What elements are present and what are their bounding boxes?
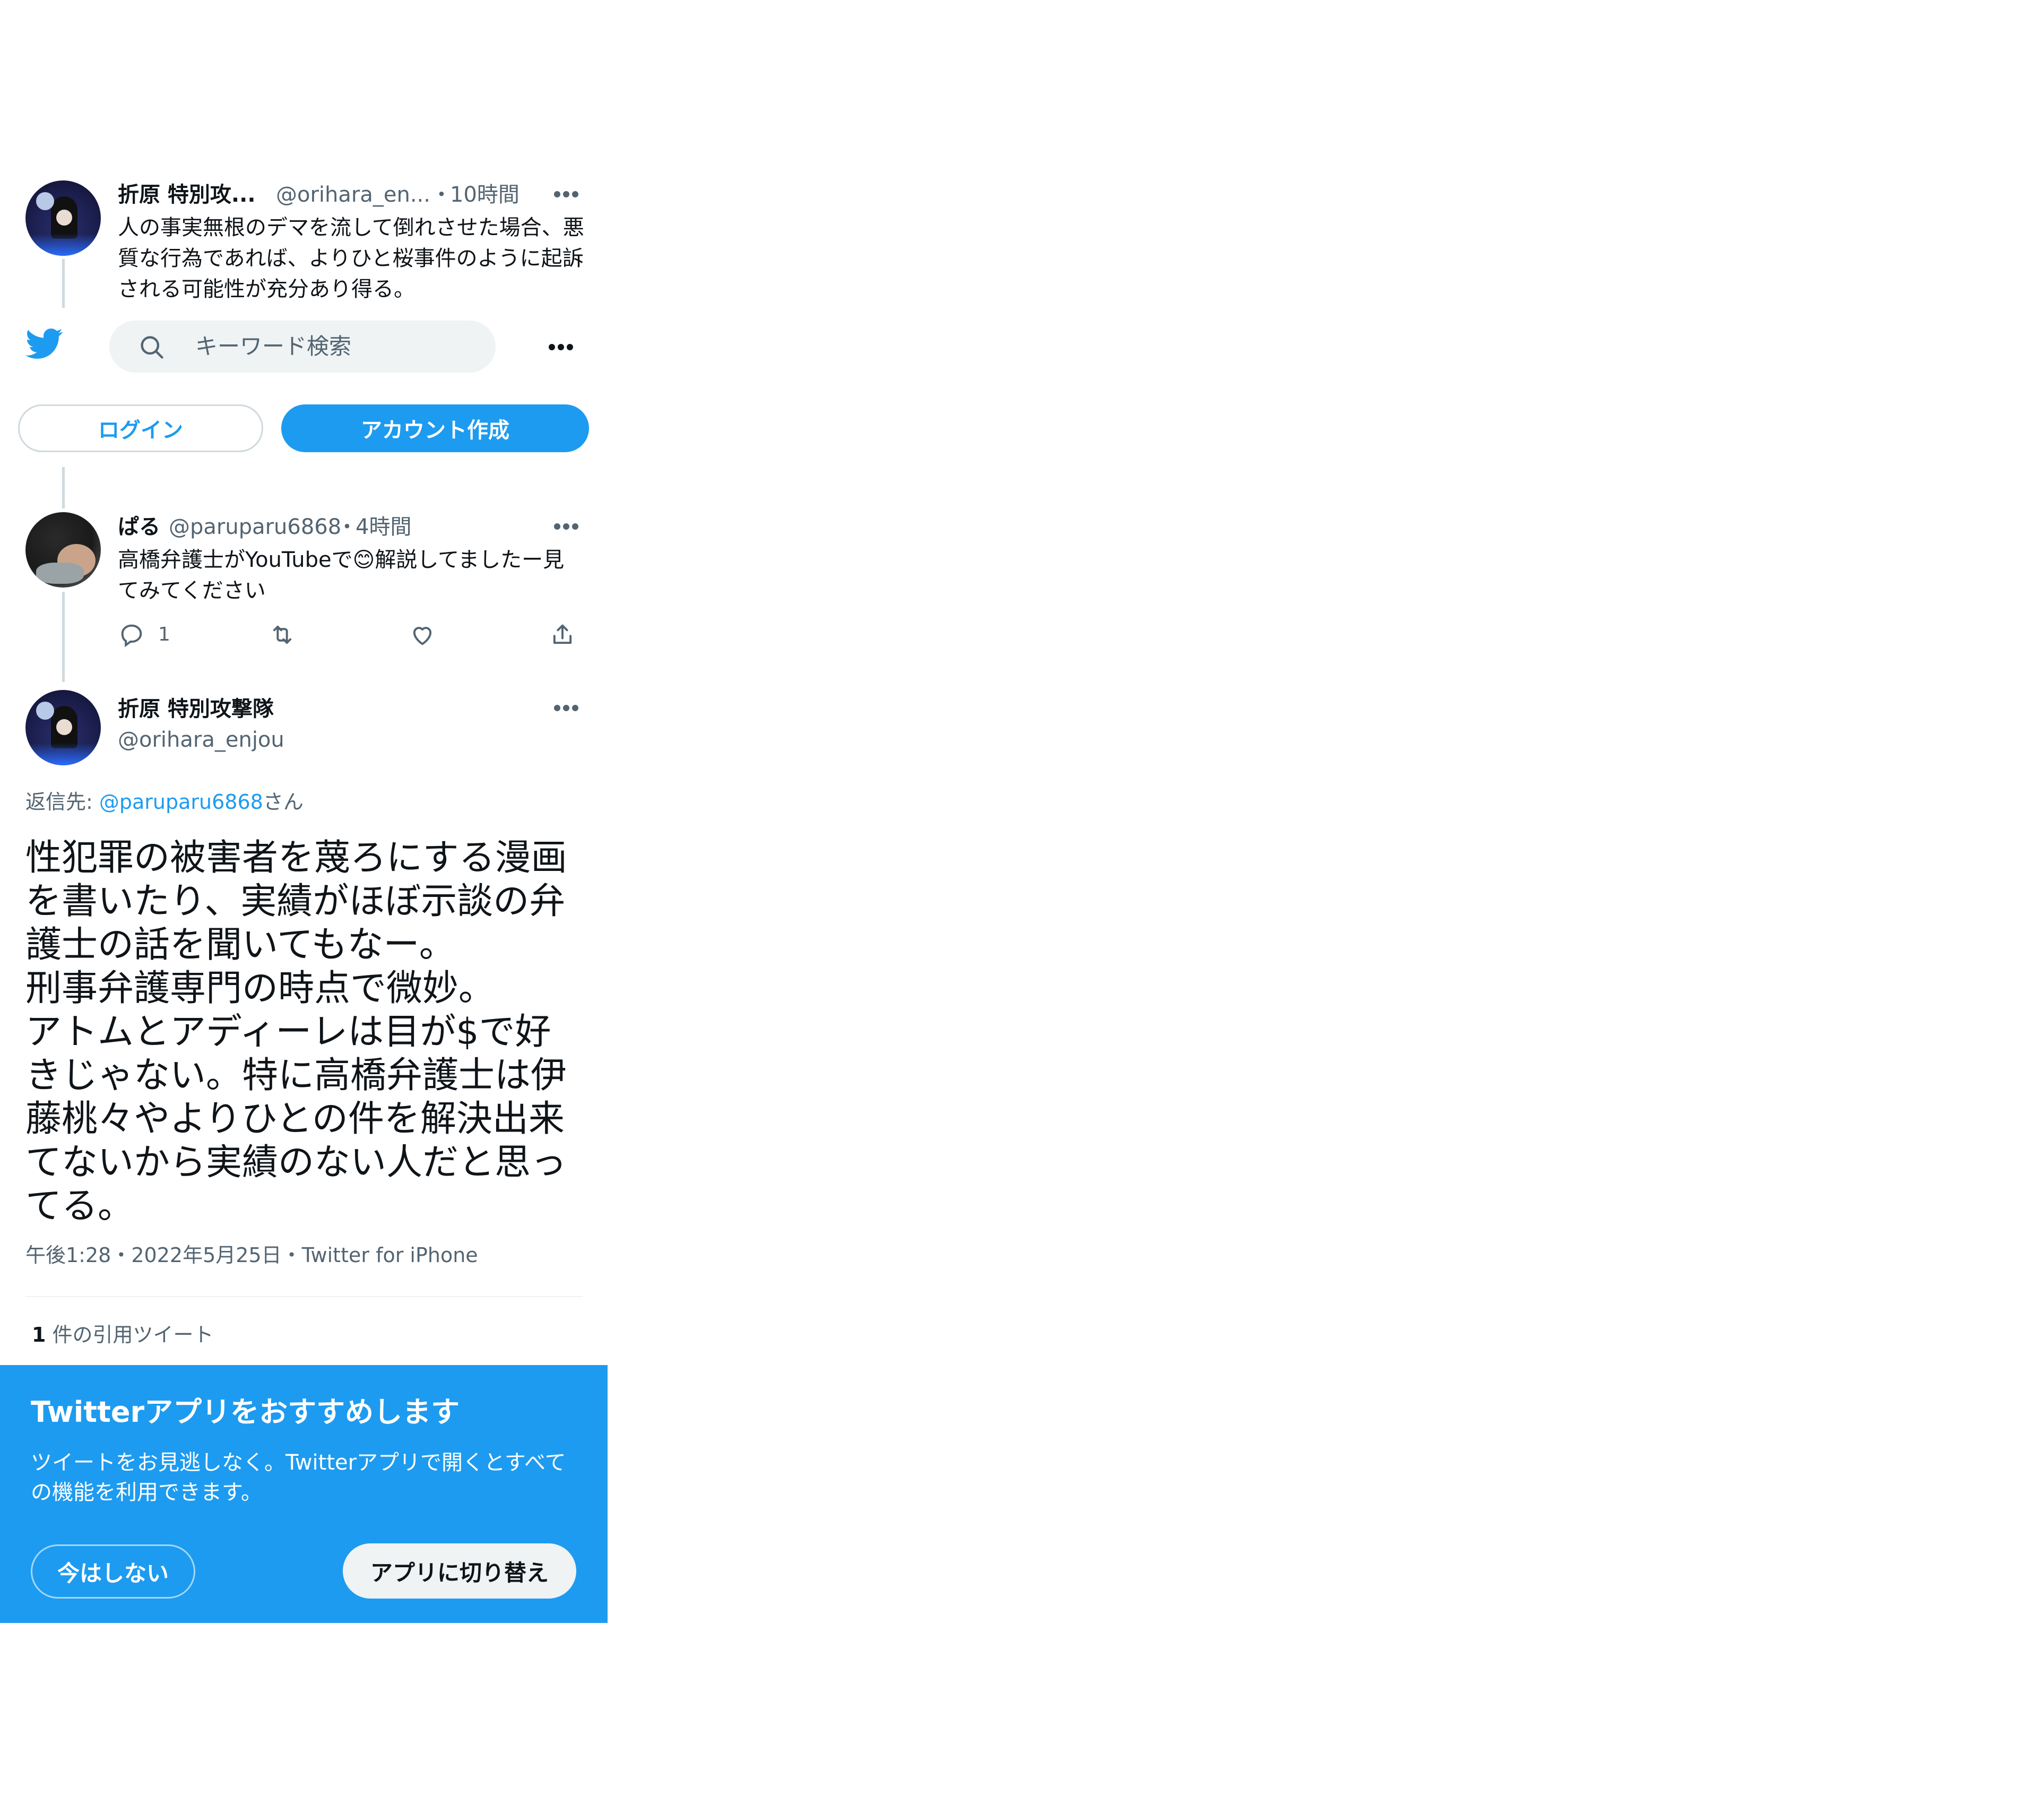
quote-label: 件の引用ツイート <box>52 1323 214 1346</box>
avatar-mask <box>36 563 84 584</box>
avatar[interactable] <box>25 512 101 588</box>
avatar-moon <box>36 192 54 210</box>
quote-count: 1 <box>32 1323 46 1346</box>
tweet-text: 人の事実無根のデマを流して倒れさせた場合、悪質な行為であれば、よりひと桜事件のよ… <box>118 215 584 301</box>
reply-suffix: さん <box>263 790 304 814</box>
search-input[interactable]: キーワード検索 <box>195 333 351 360</box>
avatar-face <box>56 210 72 226</box>
meta-source[interactable]: Twitter for iPhone <box>302 1244 478 1267</box>
avatar-moon <box>36 702 54 720</box>
more-options-icon[interactable] <box>554 705 578 712</box>
search-box[interactable]: キーワード検索 <box>109 321 496 373</box>
divider <box>25 1296 583 1297</box>
smile-emoji: 😊 <box>352 548 375 572</box>
avatar-flames <box>31 743 96 765</box>
avatar[interactable] <box>25 180 101 256</box>
retweet-icon[interactable] <box>267 621 297 649</box>
tweet-text-part: 高橋弁護士がYouTubeで <box>118 548 353 572</box>
author-handle[interactable]: @orihara_enjou <box>118 726 284 754</box>
tweet-item[interactable]: ぱる @paruparu6868 ・ 4時間 高橋弁護士がYouTubeで😊解説… <box>0 510 608 685</box>
search-icon <box>138 333 166 361</box>
share-icon[interactable] <box>549 620 576 650</box>
tweet-time[interactable]: 10時間 <box>450 182 519 208</box>
twitter-bird-icon[interactable] <box>23 325 66 362</box>
tweet-text: 性犯罪の被害者を蔑ろにする漫画を書いたり、実績がほぼ示談の弁護士の話を聞いてもな… <box>25 837 567 1227</box>
avatar-flames <box>31 234 96 256</box>
thread-line <box>62 467 65 508</box>
avatar-face <box>56 719 72 735</box>
separator: ・ <box>111 1244 132 1267</box>
app-banner: Twitterアプリをおすすめします ツイートをお見逃しなく。Twitterアプ… <box>0 1365 608 1623</box>
separator: ・ <box>281 1244 302 1267</box>
like-icon[interactable] <box>409 621 436 649</box>
author-name[interactable]: ぱる <box>118 514 160 540</box>
thread-line <box>62 592 65 682</box>
more-options-icon[interactable] <box>554 523 578 531</box>
header-more-icon[interactable] <box>549 344 573 351</box>
tweet-time[interactable]: 4時間 <box>356 514 411 540</box>
quote-tweets-link[interactable]: 1 件の引用ツイート <box>32 1322 214 1348</box>
reply-icon[interactable] <box>118 621 145 649</box>
author-handle[interactable]: @paruparu6868 <box>169 514 341 540</box>
tweet-meta: 午後1:28・2022年5月25日・Twitter for iPhone <box>25 1242 478 1268</box>
reply-prefix: 返信先: <box>25 790 99 814</box>
separator: ・ <box>336 515 358 539</box>
meta-date[interactable]: 2022年5月25日 <box>131 1244 281 1267</box>
reply-context: 返信先: @paruparu6868さん <box>25 789 304 815</box>
tweet-text: 高橋弁護士がYouTubeで😊解説してましたー見てみてください <box>118 545 585 606</box>
reply-handle-link[interactable]: @paruparu6868 <box>99 790 263 814</box>
signup-button[interactable]: アカウント作成 <box>281 404 589 452</box>
meta-time[interactable]: 午後1:28 <box>25 1244 111 1267</box>
banner-body: ツイートをお見逃しなく。Twitterアプリで開くとすべての機能を利用できます。 <box>31 1450 566 1505</box>
avatar[interactable] <box>25 690 101 765</box>
not-now-button[interactable]: 今はしない <box>31 1544 195 1599</box>
tweet-item[interactable]: 折原 特別攻... @orihara_en... ・ 10時間 人の事実無根のデ… <box>0 170 608 329</box>
author-name[interactable]: 折原 特別攻... <box>118 182 256 208</box>
more-options-icon[interactable] <box>554 191 578 198</box>
author-name[interactable]: 折原 特別攻撃隊 <box>118 695 274 723</box>
switch-to-app-button[interactable]: アプリに切り替え <box>343 1543 576 1599</box>
reply-count: 1 <box>158 624 170 645</box>
separator: ・ <box>431 183 452 207</box>
author-handle[interactable]: @orihara_en... <box>276 182 430 208</box>
login-button[interactable]: ログイン <box>18 404 263 452</box>
main-tweet: 折原 特別攻撃隊 @orihara_enjou 返信先: @paruparu68… <box>0 685 608 1346</box>
banner-title: Twitterアプリをおすすめします <box>31 1395 460 1429</box>
